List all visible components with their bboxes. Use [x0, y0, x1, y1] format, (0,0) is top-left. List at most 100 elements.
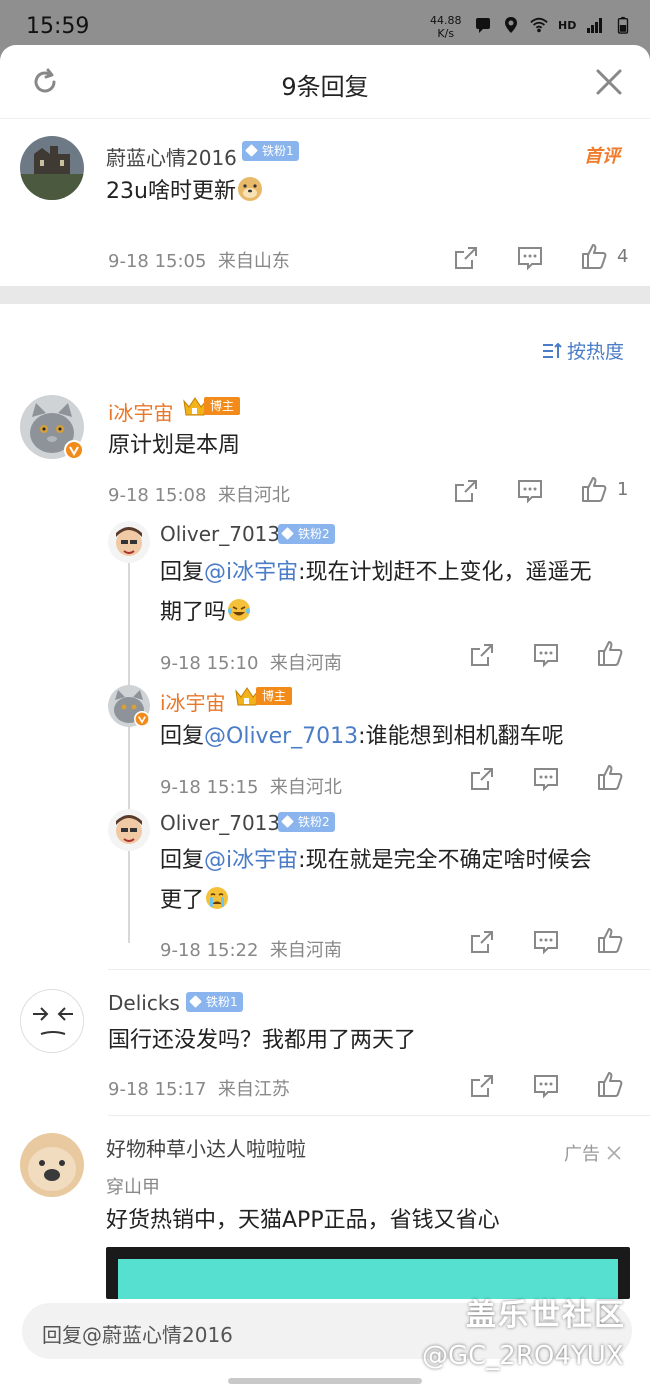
user-name[interactable]: Oliver_7013: [160, 522, 280, 546]
ad-label[interactable]: 广告: [564, 1140, 622, 1166]
reply-prefix: 回复: [160, 560, 205, 585]
like-icon[interactable]: [580, 242, 608, 270]
reply-time: 9-18 15:15: [160, 777, 259, 798]
like-icon[interactable]: [596, 1070, 624, 1098]
reply-text: 期了吗: [160, 600, 227, 625]
network-speed: 44.88 K/s: [430, 14, 462, 40]
reply-content-continued: 期了吗: [160, 593, 252, 633]
crying-emoji-icon: [206, 887, 229, 909]
reply-location: 来自河南: [269, 940, 342, 961]
host-badge: 博主: [234, 685, 293, 707]
sort-by-hot-button[interactable]: 按热度: [541, 337, 624, 364]
comment-icon[interactable]: [516, 477, 544, 505]
comment-icon[interactable]: [532, 1072, 560, 1100]
user-name[interactable]: Oliver_7013: [160, 811, 280, 835]
comment-meta: 9-18 15:05 来自山东: [108, 247, 290, 273]
reply-meta: 9-18 15:22 来自河南: [160, 936, 342, 962]
reply-location: 来自河南: [269, 653, 342, 674]
user-name[interactable]: 蔚蓝心情2016: [106, 142, 237, 171]
comment-location: 来自河北: [217, 485, 290, 506]
avatar[interactable]: [20, 989, 84, 1053]
home-indicator[interactable]: [228, 1378, 422, 1384]
fan-badge: 铁粉2: [278, 812, 335, 832]
reply-content-continued: 更了: [160, 881, 230, 921]
avatar[interactable]: [108, 521, 150, 563]
reply-text: :现在计划赶不上变化，遥遥无: [298, 560, 592, 585]
comment-icon[interactable]: [516, 244, 544, 272]
like-count: 1: [617, 479, 629, 500]
host-badge: 博主: [182, 395, 241, 417]
verified-icon: [64, 440, 84, 460]
share-icon[interactable]: [452, 477, 480, 505]
sheet-header: 9条回复: [0, 45, 650, 119]
mention-link[interactable]: @Oliver_7013: [204, 724, 358, 749]
reply-prefix: 回复: [160, 848, 205, 873]
avatar[interactable]: [20, 136, 84, 200]
like-count: 4: [617, 246, 629, 267]
like-icon[interactable]: [596, 926, 624, 954]
fan-badge: 铁粉2: [278, 524, 335, 544]
thread-line: [128, 545, 130, 943]
avatar[interactable]: [108, 809, 150, 851]
reply-content: 回复@i冰宇宙:现在计划赶不上变化，遥遥无: [160, 553, 592, 593]
comment-content: 原计划是本周: [108, 433, 241, 458]
share-icon[interactable]: [468, 765, 496, 793]
comment-meta: 9-18 15:08 来自河北: [108, 481, 290, 507]
user-name[interactable]: i冰宇宙: [160, 687, 226, 716]
laugh-cry-emoji-icon: [228, 599, 251, 621]
reply-text: 更了: [160, 888, 205, 913]
comment-icon[interactable]: [532, 928, 560, 956]
host-badge-label: 博主: [204, 397, 241, 415]
ad-user-name[interactable]: 好物种草小达人啦啦啦: [106, 1133, 306, 1162]
reply-meta: 9-18 15:15 来自河北: [160, 773, 342, 799]
watermark-title: 盖乐世社区: [466, 1298, 626, 1333]
comment-location: 来自江苏: [217, 1079, 290, 1100]
ad-brand: 穿山甲: [106, 1177, 160, 1198]
like-icon[interactable]: [596, 639, 624, 667]
divider: [108, 1115, 650, 1116]
avatar[interactable]: [20, 1133, 84, 1197]
comment-icon[interactable]: [532, 641, 560, 669]
network-speed-value: 44.88: [430, 14, 462, 27]
watermark-handle: @GC_2RO4YUX: [422, 1341, 624, 1371]
wifi-icon: [530, 17, 548, 33]
share-icon[interactable]: [468, 1072, 496, 1100]
user-name[interactable]: Delicks: [108, 991, 180, 1015]
close-icon[interactable]: [606, 1145, 622, 1161]
share-icon[interactable]: [468, 928, 496, 956]
comment-icon[interactable]: [532, 765, 560, 793]
section-divider: [0, 286, 650, 304]
reply-content: 回复@i冰宇宙:现在就是完全不确定啥时候会: [160, 841, 592, 881]
first-comment-tag: 首评: [584, 146, 620, 167]
verified-icon: [134, 711, 150, 727]
mention-link[interactable]: @i冰宇宙: [204, 560, 298, 585]
network-speed-unit: K/s: [437, 27, 455, 40]
reply-meta: 9-18 15:10 来自河南: [160, 649, 342, 675]
status-icons: HD: [474, 16, 632, 34]
mention-link[interactable]: @i冰宇宙: [204, 848, 298, 873]
sort-label: 按热度: [567, 341, 625, 363]
battery-icon: [618, 16, 629, 34]
comment-content: 23u啥时更新: [106, 172, 264, 212]
reply-content: 回复@Oliver_7013:谁能想到相机翻车呢: [160, 717, 564, 757]
comment-time: 9-18 15:17: [108, 1079, 207, 1100]
close-icon[interactable]: [594, 67, 624, 97]
user-name[interactable]: i冰宇宙: [108, 397, 174, 426]
signal-icon: [587, 18, 603, 33]
page-title: 9条回复: [281, 73, 369, 101]
share-icon[interactable]: [452, 244, 480, 272]
like-icon[interactable]: [596, 763, 624, 791]
reply-time: 9-18 15:10: [160, 653, 259, 674]
comment-time: 9-18 15:08: [108, 485, 207, 506]
replies-sheet: 9条回复 蔚蓝心情2016 铁粉1 首评 23u啥时更新 9-18 15:05 …: [0, 45, 650, 1394]
like-icon[interactable]: [580, 475, 608, 503]
fan-badge: 铁粉1: [186, 992, 243, 1012]
hd-label: HD: [558, 18, 577, 32]
reply-location: 来自河北: [269, 777, 342, 798]
comment-time: 9-18 15:05: [108, 251, 207, 272]
comment-meta: 9-18 15:17 来自江苏: [108, 1075, 290, 1101]
ad-label-text: 广告: [564, 1144, 600, 1165]
share-icon[interactable]: [468, 641, 496, 669]
ad-content: 好货热销中，天猫APP正品，省钱又省心: [106, 1208, 500, 1233]
reply-time: 9-18 15:22: [160, 940, 259, 961]
